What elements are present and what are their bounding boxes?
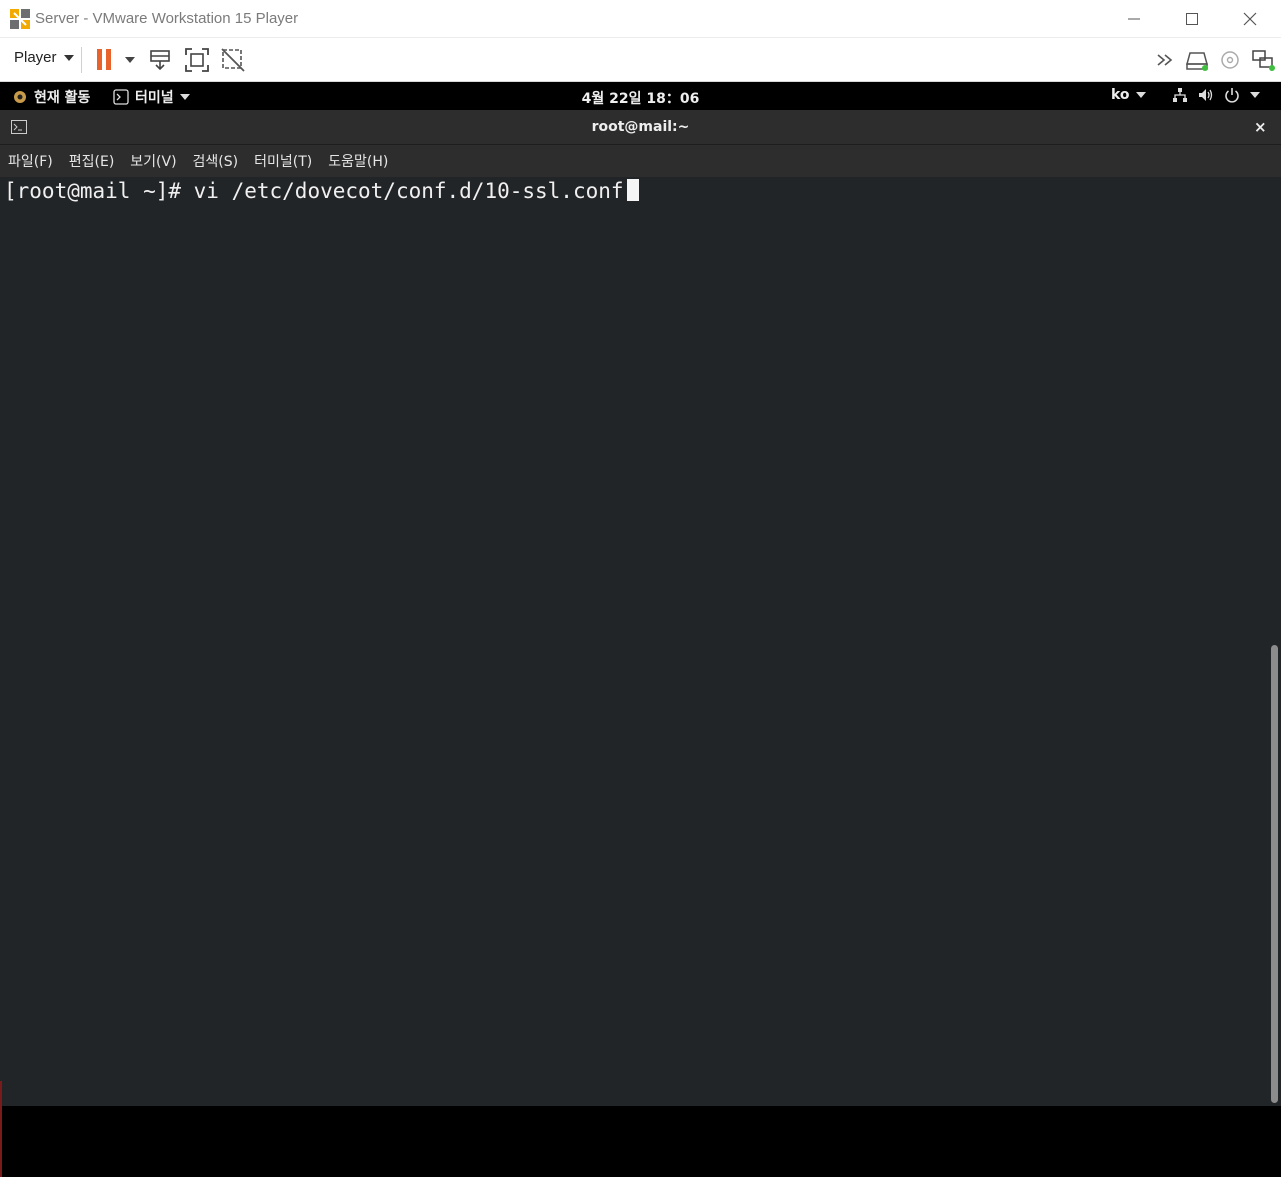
typed-command: vi /etc/dovecot/conf.d/10-ssl.conf (193, 179, 624, 203)
terminal-body[interactable]: [root@mail ~]# vi /etc/dovecot/conf.d/10… (0, 177, 1281, 1177)
volume-icon (1199, 89, 1213, 101)
minimize-button[interactable] (1105, 0, 1163, 38)
maximize-button[interactable] (1163, 0, 1221, 38)
menu-terminal[interactable]: 터미널(T) (254, 151, 312, 171)
player-menu-button[interactable]: Player (14, 49, 74, 66)
window-title: Server - VMware Workstation 15 Player (35, 10, 299, 27)
shell-prompt: [root@mail ~]# (4, 179, 194, 203)
terminal-title: root@mail:~ (591, 119, 690, 135)
send-ctrl-alt-del-button[interactable] (148, 47, 174, 73)
chevron-down-icon (1250, 92, 1260, 98)
more-icon (1157, 54, 1173, 66)
close-button[interactable] (1221, 0, 1279, 38)
network-adapter-icon (1252, 50, 1275, 71)
more-button[interactable] (1155, 47, 1181, 73)
hard-disk-icon (1186, 52, 1208, 71)
fullscreen-icon (185, 48, 209, 72)
player-menu-label: Player (14, 49, 57, 66)
terminal-close-button[interactable]: × (1254, 118, 1267, 136)
input-language-button[interactable]: ko (1111, 87, 1146, 103)
unity-button[interactable] (220, 47, 246, 73)
close-icon (1243, 12, 1257, 26)
chevron-down-icon (1135, 92, 1146, 98)
power-icon (1225, 88, 1239, 103)
hard-disk-button[interactable] (1185, 47, 1211, 73)
input-language-label: ko (1111, 87, 1130, 103)
menu-edit[interactable]: 편집(E) (69, 151, 115, 171)
menu-view[interactable]: 보기(V) (130, 151, 176, 171)
terminal-header: root@mail:~ × (0, 110, 1281, 145)
chevron-down-icon (63, 54, 74, 61)
network-adapter-button[interactable] (1251, 47, 1277, 73)
clock[interactable]: 4월 22일 18：06 (0, 88, 1281, 108)
menu-file[interactable]: 파일(F) (8, 151, 53, 171)
scrollbar-thumb[interactable] (1271, 645, 1278, 1103)
vm-toolbar: Player (0, 38, 1281, 82)
cd-drive-button[interactable] (1218, 47, 1244, 73)
maximize-icon (1186, 13, 1198, 25)
gnome-top-bar: 현재 활동 터미널 4월 22일 18：06 ko (0, 82, 1281, 110)
terminal-command-line: [root@mail ~]# vi /etc/dovecot/conf.d/10… (4, 179, 639, 203)
pause-button[interactable] (95, 47, 137, 73)
menu-search[interactable]: 검색(S) (193, 151, 239, 171)
text-cursor (626, 179, 639, 201)
menu-help[interactable]: 도움말(H) (328, 151, 388, 171)
cd-drive-icon (1221, 51, 1239, 69)
terminal-menubar: 파일(F) 편집(E) 보기(V) 검색(S) 터미널(T) 도움말(H) (0, 145, 1281, 177)
window-edge-mark (0, 1081, 2, 1177)
vmware-logo-icon (10, 9, 30, 29)
system-tray[interactable] (1172, 87, 1260, 103)
window-titlebar: Server - VMware Workstation 15 Player (0, 0, 1281, 38)
send-ctrl-alt-del-icon (150, 50, 170, 71)
fullscreen-button[interactable] (184, 47, 210, 73)
network-icon (1173, 88, 1187, 102)
pause-icon (97, 49, 135, 70)
minimize-icon (1128, 18, 1140, 20)
toolbar-divider (81, 47, 82, 73)
unity-icon (221, 48, 245, 72)
